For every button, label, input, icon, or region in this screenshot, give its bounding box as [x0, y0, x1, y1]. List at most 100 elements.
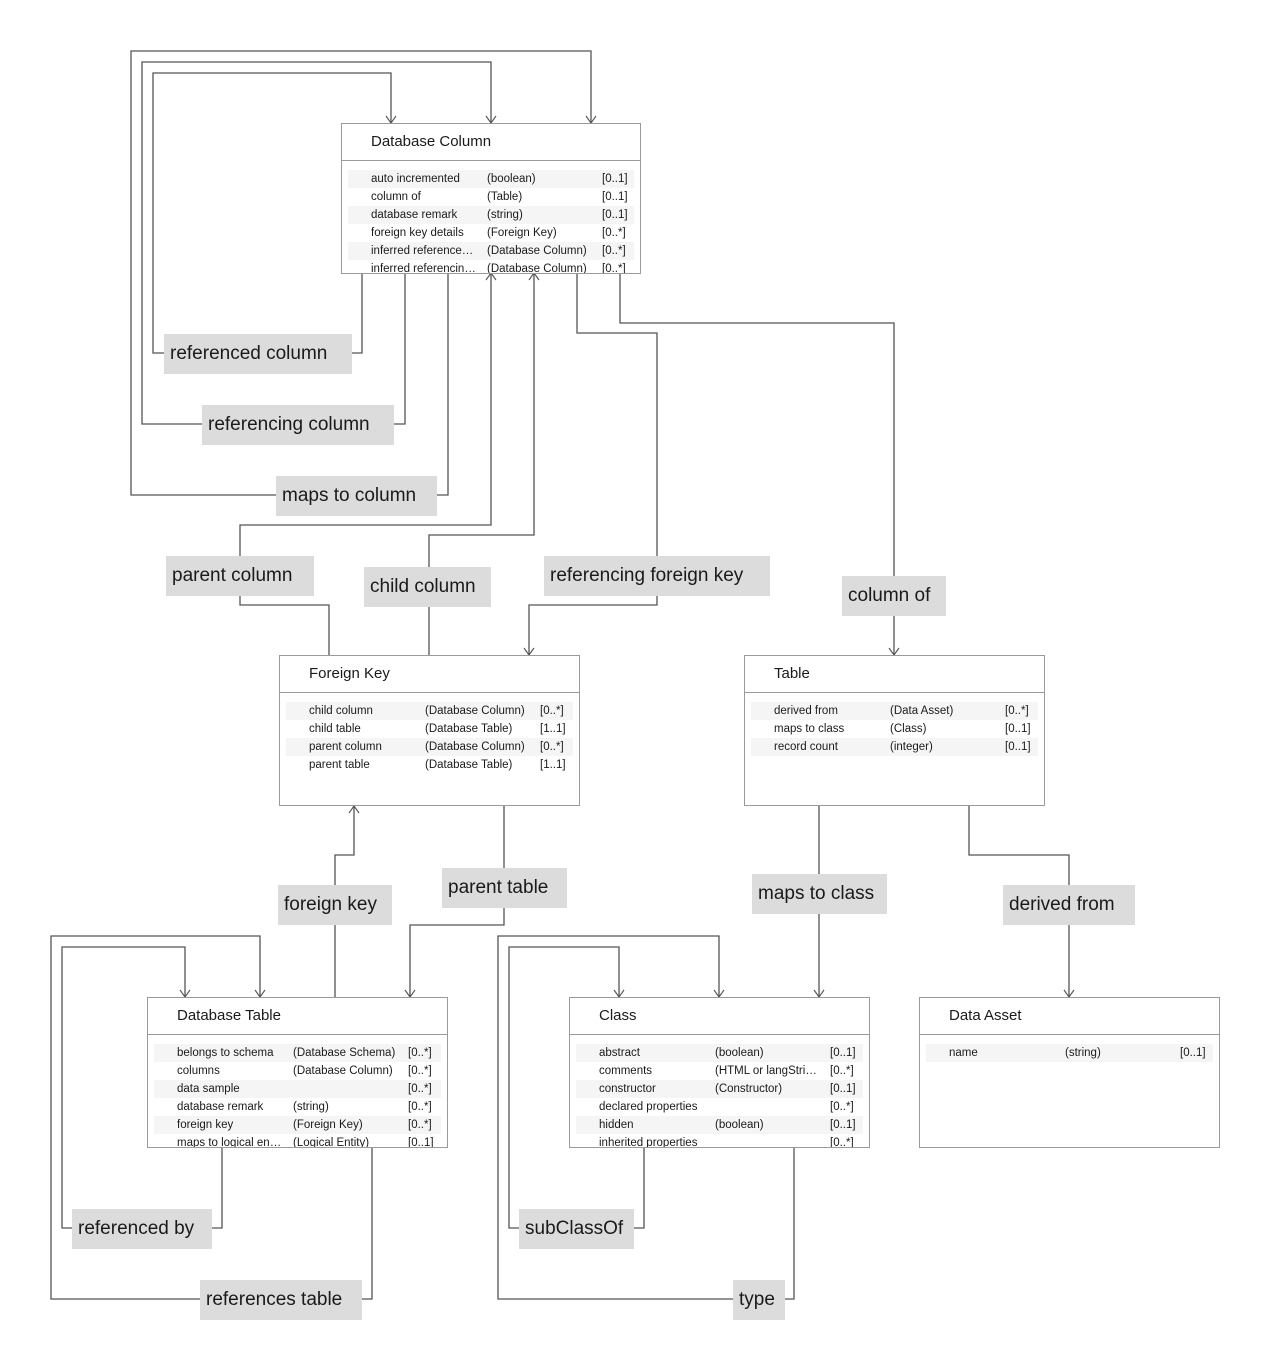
property-cardinality: [0..1]: [1005, 723, 1031, 735]
property-type: (Class): [890, 723, 927, 735]
property-name: derived from: [774, 705, 838, 717]
property-row[interactable]: columns (Database Column) [0..*]: [154, 1062, 441, 1080]
property-type: (string): [487, 209, 523, 221]
property-type: (Foreign Key): [293, 1119, 363, 1131]
property-row[interactable]: inferred reference… (Database Column) [0..…: [348, 242, 634, 260]
node-table[interactable]: Table derived from (Data Asset) [0..*] maps…: [744, 655, 1045, 806]
property-row[interactable]: hidden (boolean) [0..1]: [576, 1116, 863, 1134]
property-list: auto incremented (boolean) [0..1] column of…: [342, 161, 640, 274]
property-name: name: [949, 1047, 978, 1059]
property-cardinality: [0..*]: [408, 1083, 432, 1095]
property-row[interactable]: maps to logical en… (Logical Entity) [0..1…: [154, 1134, 441, 1148]
node-class[interactable]: Class abstract (boolean) [0..1] comments (HT…: [569, 997, 870, 1148]
property-type: (Table): [487, 191, 523, 203]
property-type: (Logical Entity): [293, 1137, 370, 1148]
edge-label-derived-from[interactable]: derived from: [1003, 885, 1135, 925]
property-row[interactable]: constructor (Constructor) [0..1]: [576, 1080, 863, 1098]
node-database-table[interactable]: Database Table belongs to schema (Databas…: [147, 997, 448, 1148]
property-row[interactable]: comments (HTML or langStri… [0..*]: [576, 1062, 863, 1080]
edge-label-referenced-by[interactable]: referenced by: [72, 1209, 212, 1249]
node-data-asset[interactable]: Data Asset name (string) [0..1]: [919, 997, 1220, 1148]
property-cardinality: [0..1]: [408, 1137, 434, 1148]
edge-label-foreign-key[interactable]: foreign key: [278, 885, 392, 925]
edge-referencing-foreign-key[interactable]: [523, 273, 658, 656]
property-type: (boolean): [487, 173, 536, 185]
edge-label-parent-table[interactable]: parent table: [442, 868, 567, 908]
property-row[interactable]: belongs to schema (Database Schema) [0..*]: [154, 1044, 441, 1062]
property-row[interactable]: foreign key details (Foreign Key) [0..*]: [348, 224, 634, 242]
property-cardinality: [0..1]: [830, 1083, 856, 1095]
property-cardinality: [0..*]: [408, 1119, 432, 1131]
property-type: (Database Table): [425, 759, 513, 771]
property-cardinality: [0..*]: [830, 1065, 854, 1077]
edge-label-references-table[interactable]: references table: [200, 1280, 362, 1320]
property-type: (string): [1065, 1047, 1101, 1059]
property-row[interactable]: database remark (string) [0..1]: [348, 206, 634, 224]
property-type: (boolean): [715, 1119, 764, 1131]
property-name: database remark: [371, 209, 458, 221]
property-row[interactable]: child table (Database Table) [1..1]: [286, 720, 573, 738]
property-name: maps to logical en…: [177, 1137, 282, 1148]
node-title: Class: [570, 998, 869, 1035]
edge-label-subclassof[interactable]: subClassOf: [519, 1209, 634, 1249]
property-name: auto incremented: [371, 173, 460, 185]
property-name: parent column: [309, 741, 382, 753]
edge-label-maps-to-column[interactable]: maps to column: [276, 476, 437, 516]
edge-label-referenced-column[interactable]: referenced column: [164, 334, 352, 374]
property-type: (HTML or langStri…: [715, 1065, 817, 1077]
property-row[interactable]: child column (Database Column) [0..*]: [286, 702, 573, 720]
property-row[interactable]: data sample [0..*]: [154, 1080, 441, 1098]
property-cardinality: [0..*]: [602, 245, 626, 257]
property-type: (Database Column): [487, 245, 587, 257]
edge-label-maps-to-class[interactable]: maps to class: [752, 874, 887, 914]
property-row[interactable]: column of (Table) [0..1]: [348, 188, 634, 206]
property-row[interactable]: auto incremented (boolean) [0..1]: [348, 170, 634, 188]
property-cardinality: [0..*]: [540, 741, 564, 753]
property-type: (Database Table): [425, 723, 513, 735]
property-list: derived from (Data Asset) [0..*] maps to cl…: [745, 693, 1044, 756]
property-cardinality: [1..1]: [540, 723, 566, 735]
property-row[interactable]: parent table (Database Table) [1..1]: [286, 756, 573, 774]
edge-label-parent-column[interactable]: parent column: [166, 556, 314, 596]
edge-label-referencing-column[interactable]: referencing column: [202, 405, 394, 445]
edge-label-child-column[interactable]: child column: [364, 567, 491, 607]
property-cardinality: [0..*]: [540, 705, 564, 717]
property-cardinality: [0..*]: [830, 1137, 854, 1148]
property-type: (Constructor): [715, 1083, 783, 1095]
property-cardinality: [0..1]: [602, 209, 628, 221]
property-row[interactable]: database remark (string) [0..*]: [154, 1098, 441, 1116]
property-name: foreign key: [177, 1119, 234, 1131]
property-cardinality: [0..*]: [408, 1101, 432, 1113]
property-name: child table: [309, 723, 361, 735]
property-name: database remark: [177, 1101, 264, 1113]
property-cardinality: [0..1]: [830, 1047, 856, 1059]
edge-label-referencing-foreign-key[interactable]: referencing foreign key: [544, 556, 770, 596]
property-type: (boolean): [715, 1047, 764, 1059]
property-row[interactable]: parent column (Database Column) [0..*]: [286, 738, 573, 756]
property-row[interactable]: declared properties [0..*]: [576, 1098, 863, 1116]
property-row[interactable]: derived from (Data Asset) [0..*]: [751, 702, 1038, 720]
property-name: belongs to schema: [177, 1047, 274, 1059]
property-cardinality: [1..1]: [540, 759, 566, 771]
property-cardinality: [0..*]: [408, 1065, 432, 1077]
property-row[interactable]: maps to class (Class) [0..1]: [751, 720, 1038, 738]
property-row[interactable]: inferred referencin… (Database Column) [0.…: [348, 260, 634, 274]
property-type: (Database Column): [487, 263, 587, 274]
node-database-column[interactable]: Database Column auto incremented (boolean…: [341, 123, 641, 274]
node-title: Data Asset: [920, 998, 1219, 1035]
edge-label-type[interactable]: type: [733, 1280, 785, 1320]
property-row[interactable]: abstract (boolean) [0..1]: [576, 1044, 863, 1062]
node-foreign-key[interactable]: Foreign Key child column (Database Column…: [279, 655, 580, 806]
property-cardinality: [0..*]: [1005, 705, 1029, 717]
property-type: (Database Column): [293, 1065, 393, 1077]
property-type: (Database Column): [425, 705, 525, 717]
property-row[interactable]: name (string) [0..1]: [926, 1044, 1213, 1062]
node-title: Database Column: [342, 124, 640, 161]
property-row[interactable]: record count (integer) [0..1]: [751, 738, 1038, 756]
property-list: child column (Database Column) [0..*] child…: [280, 693, 579, 774]
property-row[interactable]: foreign key (Foreign Key) [0..*]: [154, 1116, 441, 1134]
property-cardinality: [0..*]: [408, 1047, 432, 1059]
property-row[interactable]: inherited properties [0..*]: [576, 1134, 863, 1148]
property-name: hidden: [599, 1119, 634, 1131]
edge-label-column-of[interactable]: column of: [842, 576, 946, 616]
